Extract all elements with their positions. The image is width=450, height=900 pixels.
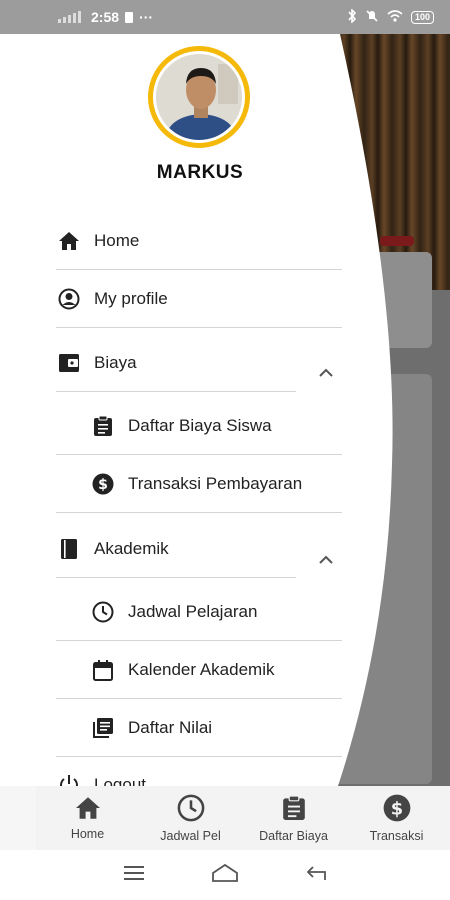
drawer-section-label: Akademik [94, 539, 169, 558]
chevron-up-icon[interactable] [316, 362, 336, 382]
bottom-navigation: Home Jadwal Pel Daftar Biaya $ Transaksi [36, 786, 450, 850]
drawer-item-daftar-nilai[interactable]: Daftar Nilai [90, 715, 212, 741]
signal-icon [58, 11, 81, 23]
nav-daftar-biaya[interactable]: Daftar Biaya [242, 786, 345, 850]
drawer-item-home[interactable]: Home [56, 228, 139, 254]
nav-transaksi[interactable]: $ Transaksi [345, 786, 448, 850]
divider [56, 269, 342, 270]
mute-icon [365, 9, 379, 26]
divider [56, 640, 342, 641]
divider [56, 512, 342, 513]
status-more: ··· [139, 9, 154, 25]
drawer-item-jadwal-pelajaran[interactable]: Jadwal Pelajaran [90, 599, 257, 625]
sim-icon [125, 11, 134, 23]
divider [56, 756, 342, 757]
drawer-item-profile[interactable]: My profile [56, 286, 168, 312]
drawer-item-label: Jadwal Pelajaran [128, 602, 258, 621]
nav-label: Daftar Biaya [259, 828, 328, 843]
avatar-photo [156, 54, 242, 140]
divider [56, 391, 296, 392]
home-icon [74, 796, 102, 825]
nav-label: Transaksi [369, 828, 424, 843]
battery-icon: 100 [410, 10, 434, 24]
drawer-item-label: Daftar Nilai [128, 718, 213, 737]
account-circle-icon [56, 286, 82, 312]
chevron-up-icon[interactable] [316, 549, 336, 569]
status-bar: 2:58 ··· 100 [0, 0, 450, 34]
nav-label: Jadwal Pel [160, 828, 221, 843]
drawer-item-daftar-biaya-siswa[interactable]: Daftar Biaya Siswa [90, 413, 272, 439]
wallet-icon [56, 350, 82, 376]
status-time: 2:58 [91, 9, 120, 25]
user-name: MARKUS [156, 162, 244, 183]
drawer-item-label: Kalender Akademik [128, 660, 275, 679]
nav-jadwal[interactable]: Jadwal Pel [139, 786, 242, 850]
bottom-nav-edge [0, 786, 36, 850]
home-outline-icon[interactable] [211, 863, 239, 888]
clock-icon [90, 599, 116, 625]
calendar-icon [90, 657, 116, 683]
dollar-circle-icon: $ [383, 794, 411, 827]
clock-icon [177, 794, 205, 827]
drawer-section-biaya[interactable]: Biaya [56, 350, 137, 376]
svg-text:$: $ [98, 477, 108, 493]
drawer-item-kalender-akademik[interactable]: Kalender Akademik [90, 657, 274, 683]
divider [56, 327, 342, 328]
back-icon[interactable] [305, 864, 327, 887]
divider [56, 577, 296, 578]
drawer-section-akademik[interactable]: Akademik [56, 536, 169, 562]
drawer-item-label: Transaksi Pembayaran [128, 474, 303, 493]
home-icon [56, 228, 82, 254]
divider [56, 454, 342, 455]
drawer-item-label: My profile [94, 289, 168, 308]
drawer-item-label: Daftar Biaya Siswa [128, 416, 272, 435]
clipboard-icon [282, 794, 306, 827]
menu-icon[interactable] [123, 865, 145, 886]
drawer-section-label: Biaya [94, 353, 137, 372]
bluetooth-icon [347, 7, 357, 26]
nav-home[interactable]: Home [36, 786, 139, 850]
svg-text:$: $ [390, 798, 402, 819]
divider [56, 698, 342, 699]
nav-label: Home [70, 826, 105, 841]
system-navigation-bar [0, 850, 450, 900]
drawer-item-label: Home [94, 231, 140, 250]
wifi-icon [387, 9, 403, 25]
drawer-item-transaksi-pembayaran[interactable]: $ Transaksi Pembayaran [90, 471, 302, 497]
library-books-icon [90, 715, 116, 741]
clipboard-icon [90, 413, 116, 439]
book-icon [56, 536, 82, 562]
dollar-circle-icon: $ [90, 471, 116, 497]
navigation-drawer: MARKUS Home My profile Biaya Daftar Biay… [0, 34, 400, 795]
avatar[interactable] [148, 46, 250, 148]
